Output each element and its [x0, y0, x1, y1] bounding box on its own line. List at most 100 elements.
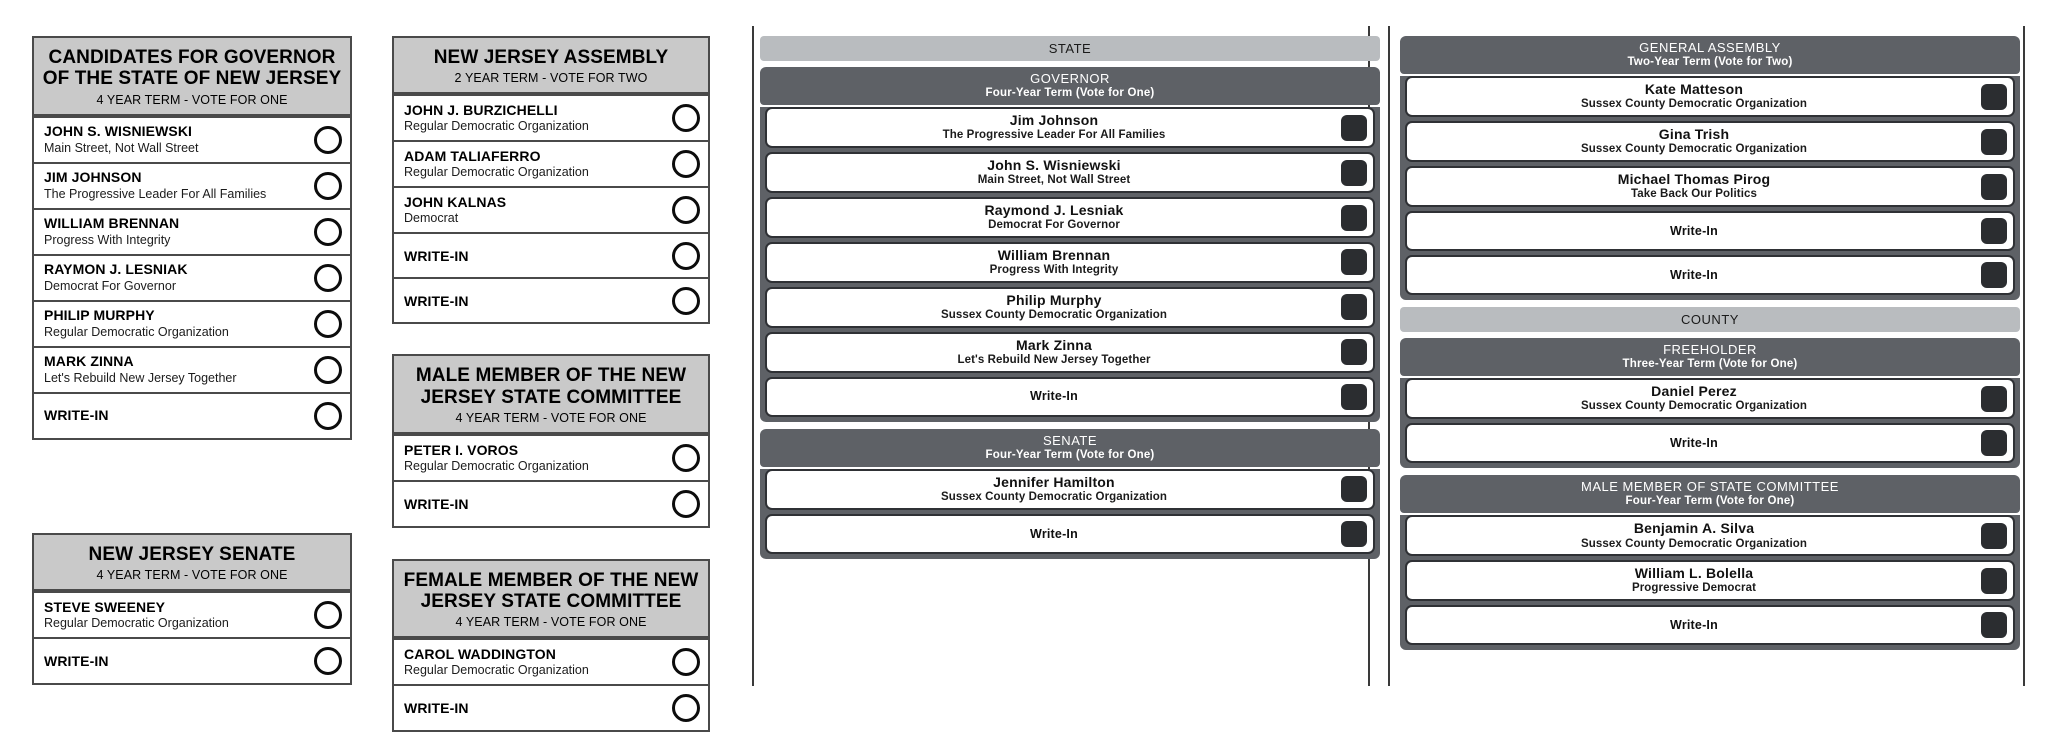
- vote-square-target[interactable]: [1341, 339, 1367, 366]
- candidate-text: STEVE SWEENEY Regular Democratic Organiz…: [44, 599, 304, 631]
- vote-square-target[interactable]: [1981, 612, 2007, 639]
- write-in-row[interactable]: Write-In: [1405, 254, 2015, 295]
- vote-square-target[interactable]: [1981, 128, 2007, 155]
- candidate-row[interactable]: Daniel Perez Sussex County Democratic Or…: [1405, 378, 2015, 420]
- candidate-row[interactable]: Benjamin A. Silva Sussex County Democrat…: [1405, 515, 2015, 557]
- vote-square-target[interactable]: [1981, 430, 2007, 457]
- candidate-row[interactable]: JOHN J. BURZICHELLI Regular Democratic O…: [394, 94, 708, 140]
- vote-oval-target[interactable]: [314, 263, 342, 292]
- vote-oval-target[interactable]: [672, 694, 700, 723]
- candidate-name: Raymond J. Lesniak: [984, 202, 1124, 219]
- vote-square-target[interactable]: [1981, 83, 2007, 110]
- vote-square-target[interactable]: [1341, 114, 1367, 141]
- candidate-text: Write-In: [1417, 436, 1975, 450]
- vote-oval-target[interactable]: [314, 217, 342, 246]
- candidate-row[interactable]: Philip Murphy Sussex County Democratic O…: [765, 286, 1375, 328]
- write-in-row[interactable]: Write-In: [1405, 605, 2015, 646]
- write-in-row[interactable]: WRITE-IN: [394, 232, 708, 277]
- vote-oval-target[interactable]: [314, 125, 342, 154]
- candidate-party: Sussex County Democratic Organization: [940, 308, 1168, 321]
- vote-oval-target[interactable]: [672, 150, 700, 179]
- candidate-name: Mark Zinna: [1016, 336, 1092, 353]
- vote-square-target[interactable]: [1341, 520, 1367, 547]
- write-in-row[interactable]: Write-In: [1405, 210, 2015, 251]
- candidate-row[interactable]: John S. Wisniewski Main Street, Not Wall…: [765, 152, 1375, 194]
- candidate-row[interactable]: CAROL WADDINGTON Regular Democratic Orga…: [394, 638, 708, 684]
- vote-oval-target[interactable]: [672, 648, 700, 677]
- candidate-row[interactable]: Jim Johnson The Progressive Leader For A…: [765, 107, 1375, 149]
- write-in-row[interactable]: WRITE-IN: [34, 391, 350, 438]
- vote-square-target[interactable]: [1981, 173, 2007, 200]
- candidate-row[interactable]: JIM JOHNSON The Progressive Leader For A…: [34, 161, 350, 208]
- divider-right-edge: [2023, 26, 2025, 686]
- candidate-party: Sussex County Democratic Organization: [1580, 537, 1808, 550]
- candidate-party: Regular Democratic Organization: [404, 663, 589, 678]
- vote-oval-target[interactable]: [672, 443, 700, 472]
- vote-oval-target[interactable]: [314, 600, 342, 629]
- write-in-row[interactable]: WRITE-IN: [394, 479, 708, 526]
- candidate-list-senate: Jennifer Hamilton Sussex County Democrat…: [760, 468, 1380, 559]
- candidate-list-governor: Jim Johnson The Progressive Leader For A…: [760, 107, 1380, 422]
- candidate-party: Regular Democratic Organization: [404, 119, 589, 134]
- vote-oval-target[interactable]: [672, 196, 700, 225]
- office-subtitle: Four-Year Term (Vote for One): [985, 448, 1155, 461]
- write-in-row[interactable]: Write-In: [1405, 423, 2015, 464]
- candidate-row[interactable]: JOHN S. WISNIEWSKI Main Street, Not Wall…: [34, 115, 350, 162]
- candidate-row[interactable]: MARK ZINNA Let's Rebuild New Jersey Toge…: [34, 345, 350, 392]
- candidate-party: Main Street, Not Wall Street: [977, 174, 1131, 187]
- vote-oval-target[interactable]: [672, 241, 700, 270]
- vote-square-target[interactable]: [1341, 476, 1367, 503]
- office-header-senate: SENATE Four-Year Term (Vote for One): [760, 428, 1380, 467]
- office-title: SENATE: [1042, 432, 1098, 448]
- vote-oval-target[interactable]: [314, 171, 342, 200]
- candidate-party: Progress With Integrity: [44, 232, 171, 247]
- vote-square-target[interactable]: [1981, 567, 2007, 594]
- candidate-row[interactable]: Michael Thomas Pirog Take Back Our Polit…: [1405, 166, 2015, 207]
- candidate-row[interactable]: RAYMON J. LESNIAK Democrat For Governor: [34, 253, 350, 300]
- write-in-row[interactable]: WRITE-IN: [394, 684, 708, 730]
- candidate-party: Regular Democratic Organization: [44, 324, 229, 339]
- vote-oval-target[interactable]: [314, 355, 342, 384]
- vote-square-target[interactable]: [1981, 522, 2007, 549]
- candidate-row[interactable]: Mark Zinna Let's Rebuild New Jersey Toge…: [765, 331, 1375, 373]
- vote-square-target[interactable]: [1341, 249, 1367, 276]
- office-block-male-member-state-committee: MALE MEMBER OF STATE COMMITTEE Four-Year…: [1400, 475, 2020, 651]
- candidate-row[interactable]: Jennifer Hamilton Sussex County Democrat…: [765, 468, 1375, 510]
- vote-square-target[interactable]: [1341, 383, 1367, 410]
- vote-oval-target[interactable]: [672, 489, 700, 518]
- candidate-row[interactable]: Raymond J. Lesniak Democrat For Governor: [765, 197, 1375, 238]
- contest-subtitle: 4 YEAR TERM - VOTE FOR ONE: [96, 567, 288, 582]
- vote-square-target[interactable]: [1341, 204, 1367, 231]
- candidate-party: Regular Democratic Organization: [404, 458, 589, 473]
- ballot-comparison-canvas: CANDIDATES FOR GOVERNOR OF THE STATE OF …: [0, 0, 2048, 732]
- candidate-row[interactable]: Gina Trish Sussex County Democratic Orga…: [1405, 121, 2015, 163]
- write-in-row[interactable]: WRITE-IN: [394, 277, 708, 322]
- write-in-row[interactable]: Write-In: [765, 376, 1375, 417]
- candidate-row[interactable]: STEVE SWEENEY Regular Democratic Organiz…: [34, 590, 350, 637]
- candidate-text: Philip Murphy Sussex County Democratic O…: [777, 292, 1335, 323]
- vote-oval-target[interactable]: [672, 286, 700, 315]
- vote-square-target[interactable]: [1981, 385, 2007, 412]
- candidate-text: WRITE-IN: [404, 700, 662, 716]
- candidate-row[interactable]: Kate Matteson Sussex County Democratic O…: [1405, 76, 2015, 118]
- candidate-row[interactable]: PETER I. VOROS Regular Democratic Organi…: [394, 433, 708, 480]
- candidate-row[interactable]: William Brennan Progress With Integrity: [765, 241, 1375, 283]
- candidate-row[interactable]: William L. Bolella Progressive Democrat: [1405, 560, 2015, 602]
- contest-header-nj-senate: NEW JERSEY SENATE 4 YEAR TERM - VOTE FOR…: [34, 534, 350, 591]
- vote-square-target[interactable]: [1981, 261, 2007, 288]
- candidate-row[interactable]: ADAM TALIAFERRO Regular Democratic Organ…: [394, 140, 708, 186]
- vote-oval-target[interactable]: [672, 104, 700, 133]
- write-in-row[interactable]: Write-In: [765, 513, 1375, 554]
- candidate-row[interactable]: WILLIAM BRENNAN Progress With Integrity: [34, 207, 350, 254]
- vote-oval-target[interactable]: [314, 401, 342, 430]
- vote-square-target[interactable]: [1981, 217, 2007, 244]
- vote-square-target[interactable]: [1341, 159, 1367, 186]
- candidate-row[interactable]: PHILIP MURPHY Regular Democratic Organiz…: [34, 299, 350, 346]
- candidate-name: JOHN S. WISNIEWSKI: [44, 123, 193, 140]
- office-subtitle: Four-Year Term (Vote for One): [985, 87, 1155, 100]
- candidate-row[interactable]: JOHN KALNAS Democrat: [394, 186, 708, 232]
- vote-oval-target[interactable]: [314, 309, 342, 338]
- vote-oval-target[interactable]: [314, 646, 342, 675]
- write-in-row[interactable]: WRITE-IN: [34, 636, 350, 683]
- vote-square-target[interactable]: [1341, 294, 1367, 321]
